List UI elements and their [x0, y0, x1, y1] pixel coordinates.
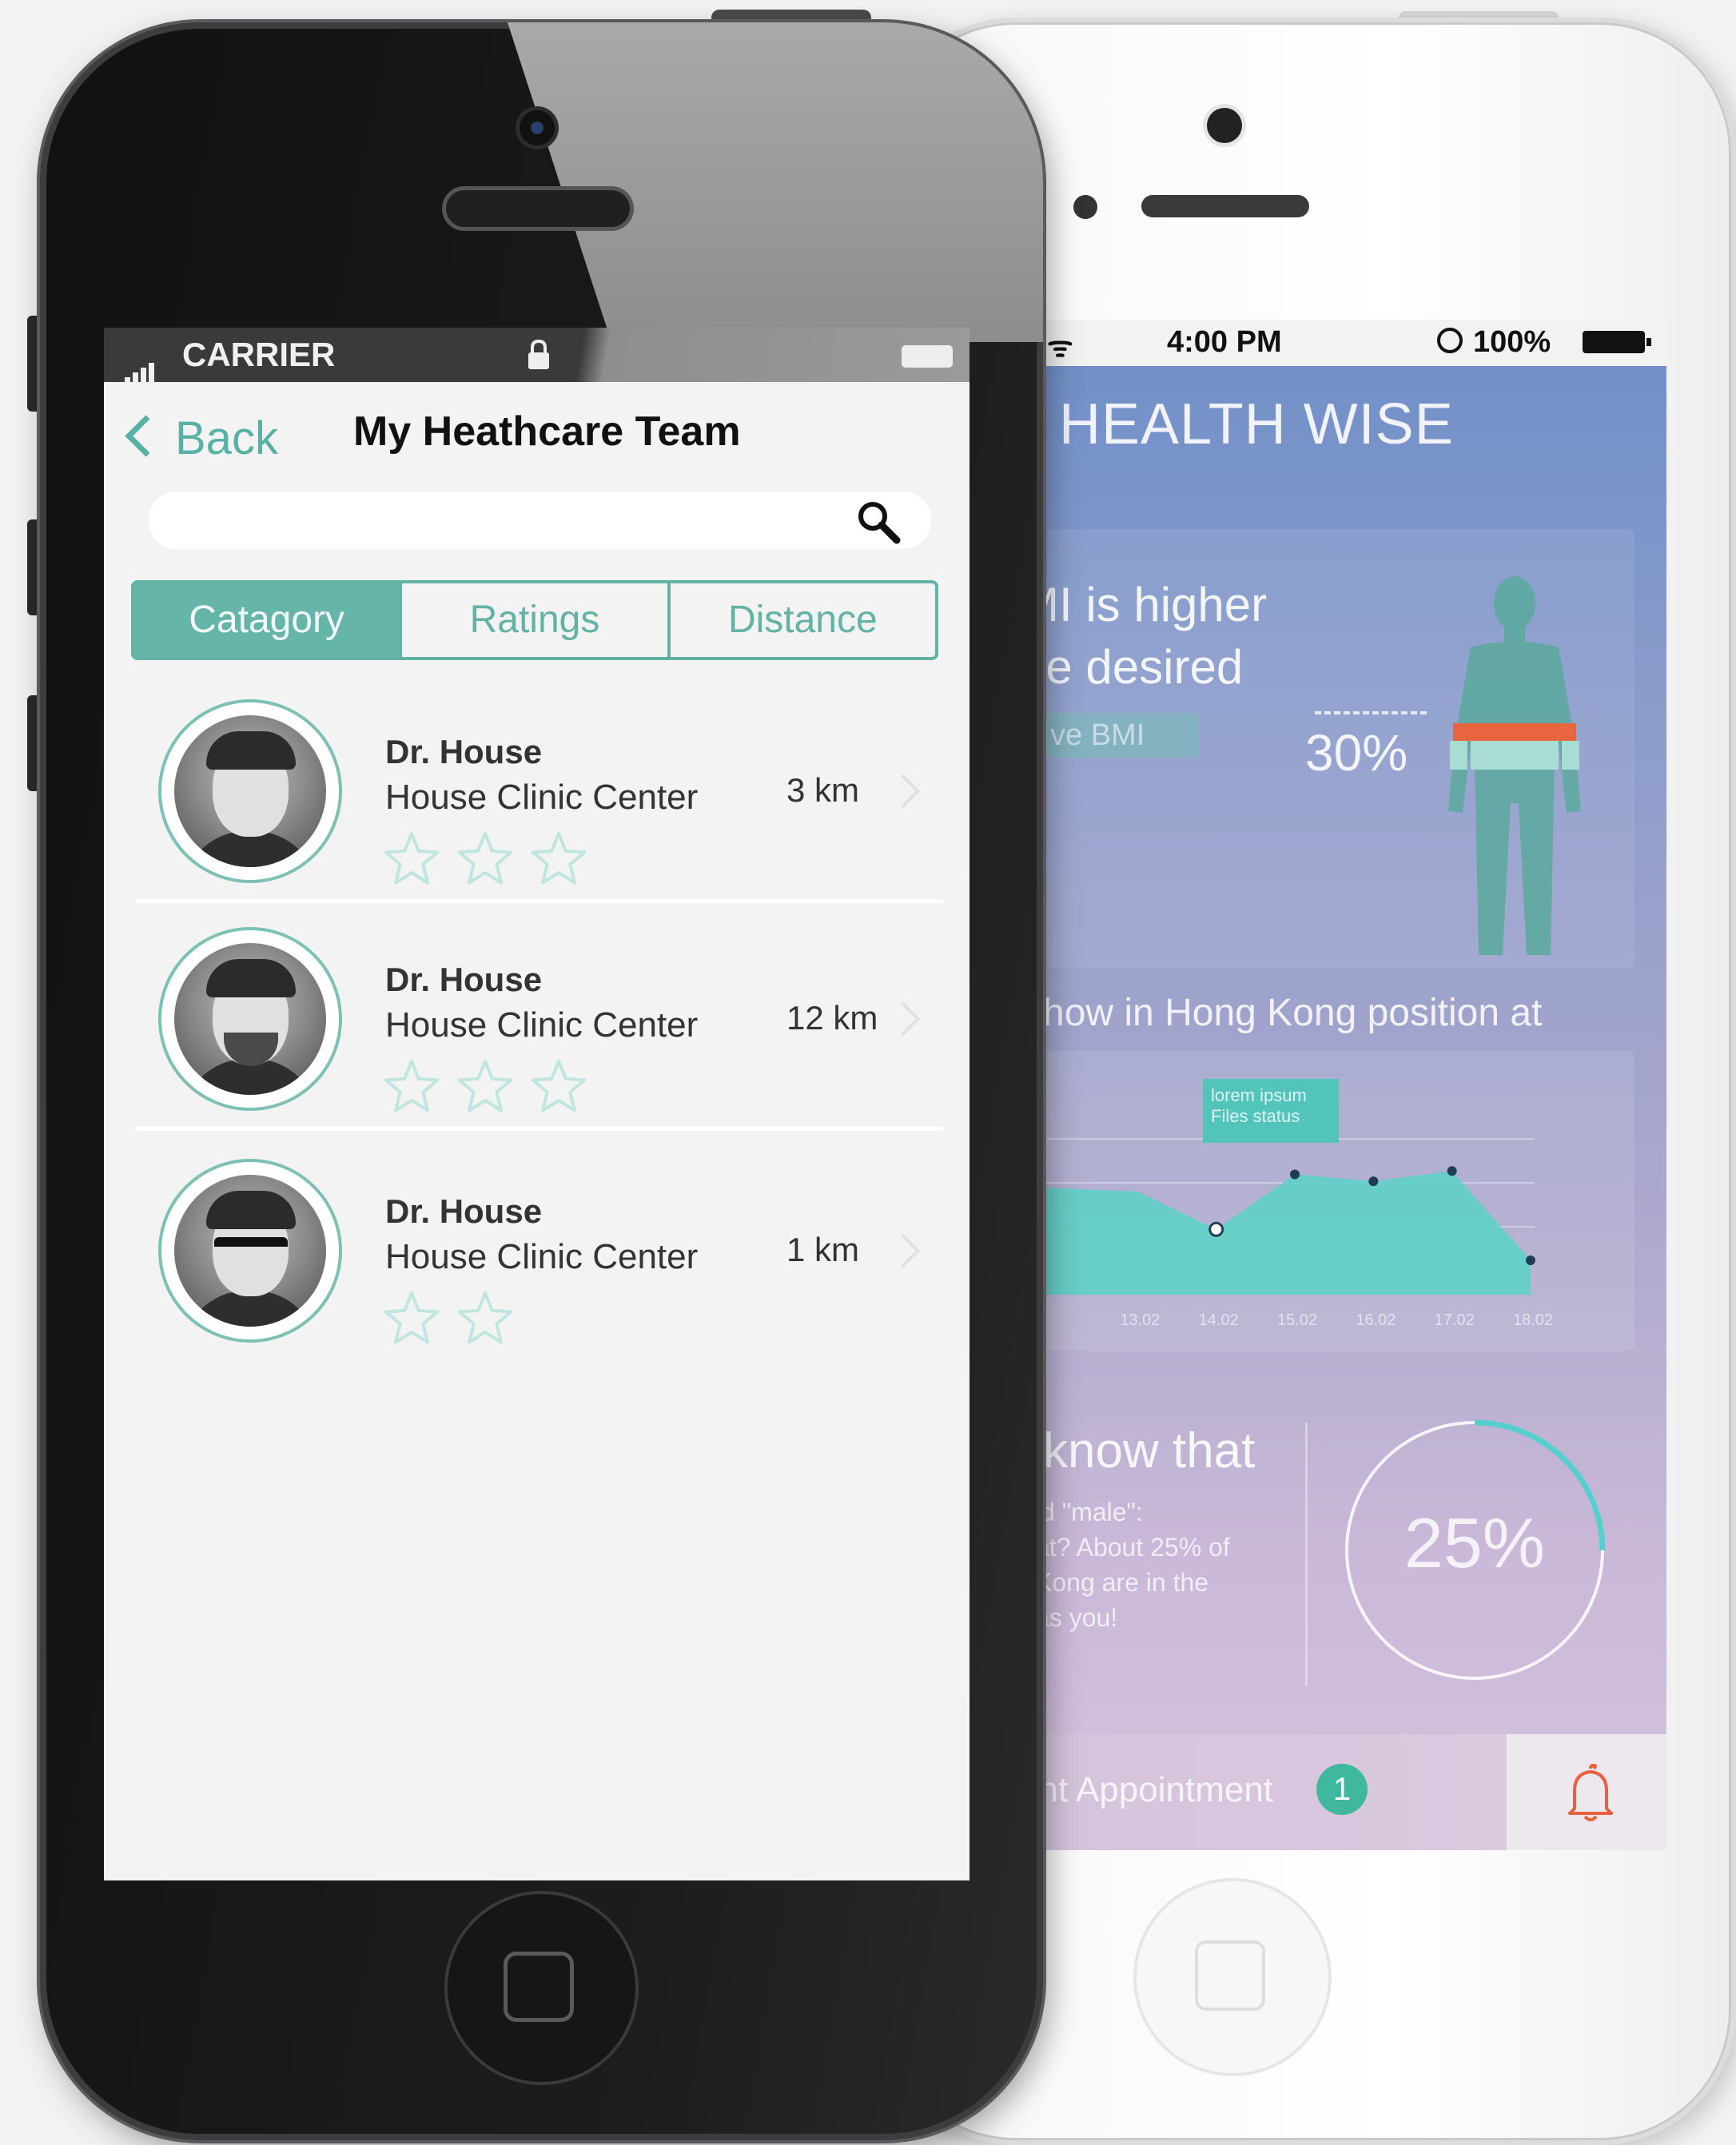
black-phone-speaker	[446, 190, 630, 227]
doctor-clinic: House Clinic Center	[385, 1237, 699, 1276]
bell-icon[interactable]	[1559, 1762, 1623, 1826]
back-button[interactable]: Back	[125, 412, 278, 465]
doctor-photo	[174, 943, 326, 1095]
doctor-photo	[174, 715, 326, 867]
x-tick-label: 17.02	[1435, 1311, 1475, 1329]
x-tick-label: 14.02	[1199, 1311, 1239, 1329]
tooltip-line-1: lorem ipsum	[1211, 1085, 1307, 1105]
chevron-right-icon	[886, 774, 921, 809]
body-figure-icon	[1448, 576, 1581, 955]
wifi-icon: ᯤ	[1047, 330, 1073, 363]
rotation-lock-icon	[1437, 328, 1463, 353]
data-point[interactable]	[1447, 1166, 1457, 1176]
doctor-photo	[174, 1175, 326, 1327]
status-bar: CARRIER	[104, 328, 970, 384]
battery-percent: 100%	[1473, 325, 1551, 359]
chart-tooltip: lorem ipsum Files status	[1203, 1079, 1339, 1143]
doctor-name: Dr. House	[385, 1192, 543, 1230]
area-series	[971, 1171, 1531, 1295]
battery-icon	[902, 345, 953, 368]
divider	[1305, 1423, 1308, 1686]
app-title: HEALTH WISE	[1059, 392, 1454, 456]
doctor-row[interactable]: Dr. House House Clinic Center 3 km	[136, 683, 943, 903]
tooltip-line-2: Files status	[1211, 1106, 1300, 1126]
health-wise-screen: ᯤ 4:00 PM 100% HEALTH WISE MI is higher …	[971, 320, 1666, 1850]
doctor-distance: 1 km	[786, 1231, 860, 1268]
doctor-name: Dr. House	[385, 961, 543, 998]
tab-category[interactable]: Catagory	[134, 583, 403, 657]
chevron-right-icon	[886, 1001, 921, 1037]
star-icon	[531, 832, 587, 885]
tab-distance[interactable]: Distance	[671, 583, 935, 657]
avatar	[158, 927, 342, 1111]
rating-stars	[384, 1060, 587, 1112]
star-icon	[384, 832, 440, 885]
ring-percent: 25%	[1404, 1503, 1546, 1582]
star-icon	[457, 1060, 513, 1112]
chevron-left-icon	[125, 415, 167, 457]
star-icon	[384, 1291, 440, 1344]
star-icon	[457, 1291, 513, 1344]
data-point[interactable]	[1526, 1256, 1535, 1265]
doctor-row[interactable]: Dr. House House Clinic Center 12 km	[136, 911, 943, 1131]
data-point[interactable]	[1290, 1169, 1300, 1180]
sort-segmented-control: Catagory Ratings Distance	[131, 580, 938, 660]
black-phone-home-icon	[504, 1952, 574, 2022]
bmi-button[interactable]: ve BMI	[1039, 713, 1199, 758]
status-bar: ᯤ 4:00 PM 100%	[971, 320, 1666, 366]
white-phone-home-icon	[1195, 1940, 1265, 2011]
x-tick-label: 15.02	[1277, 1311, 1317, 1329]
status-time: 4:00 PM	[1167, 325, 1282, 359]
rating-stars	[384, 832, 587, 885]
doctor-name: Dr. House	[385, 733, 543, 770]
signal-icon	[125, 345, 157, 384]
tab-ratings[interactable]: Ratings	[402, 583, 671, 657]
white-phone-sensor	[1073, 195, 1097, 219]
appointment-label[interactable]: ent Appointment	[1019, 1770, 1273, 1810]
appointment-badge: 1	[1316, 1764, 1368, 1815]
white-phone-camera	[1207, 108, 1242, 143]
doctor-clinic: House Clinic Center	[385, 778, 699, 817]
did-you-know-body: id "male": at? About 25% of Kong are in …	[1035, 1498, 1230, 1632]
white-phone-speaker	[1141, 195, 1309, 217]
data-point[interactable]	[1208, 1221, 1224, 1237]
doctor-distance: 3 km	[786, 771, 860, 809]
star-icon	[384, 1060, 440, 1112]
doctor-clinic: House Clinic Center	[385, 1005, 699, 1045]
doctor-distance: 12 km	[786, 999, 878, 1037]
bmi-percent: 30%	[1305, 724, 1408, 782]
doctor-row[interactable]: Dr. House House Clinic Center 1 km	[136, 1143, 943, 1359]
avatar	[158, 699, 342, 883]
chevron-right-icon	[886, 1233, 921, 1268]
x-tick-label: 16.02	[1356, 1311, 1396, 1329]
bmi-dash-line	[1315, 711, 1427, 714]
back-label: Back	[175, 412, 278, 464]
x-tick-label: 18.02	[1513, 1311, 1553, 1329]
black-phone-camera	[520, 110, 555, 145]
star-icon	[457, 832, 513, 885]
search-icon[interactable]	[855, 499, 903, 547]
carrier-label: CARRIER	[182, 336, 336, 373]
data-point[interactable]	[1368, 1176, 1379, 1187]
healthcare-team-screen: CARRIER Back My Heathcare Team Catagory …	[104, 328, 970, 1880]
search-input[interactable]	[149, 491, 931, 549]
page-title: My Heathcare Team	[353, 408, 741, 455]
lock-icon	[528, 339, 549, 369]
hk-position-text: how in Hong Kong position at	[1043, 992, 1543, 1034]
did-you-know-title: know that	[1043, 1423, 1256, 1478]
star-icon	[531, 1060, 587, 1112]
rating-stars	[384, 1291, 513, 1344]
avatar	[158, 1159, 342, 1343]
bmi-message: MI is higher he desired	[1019, 578, 1268, 694]
x-tick-label: 13.02	[1120, 1311, 1160, 1329]
battery-icon	[1583, 331, 1651, 353]
